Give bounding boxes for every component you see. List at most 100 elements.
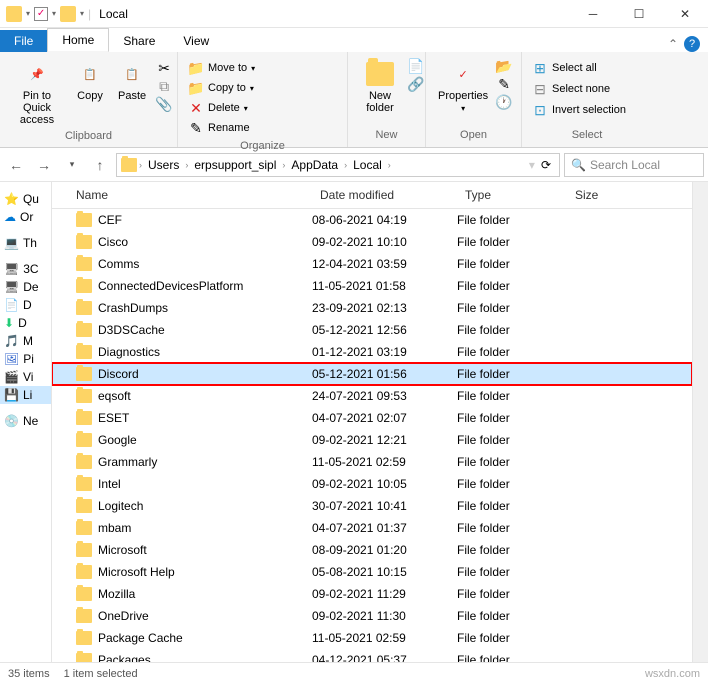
table-row[interactable]: CEF08-06-2021 04:19File folder xyxy=(52,209,692,231)
table-row[interactable]: Mozilla09-02-2021 11:29File folder xyxy=(52,583,692,605)
table-row[interactable]: Comms12-04-2021 03:59File folder xyxy=(52,253,692,275)
table-row[interactable]: Package Cache11-05-2021 02:59File folder xyxy=(52,627,692,649)
table-row[interactable]: Google09-02-2021 12:21File folder xyxy=(52,429,692,451)
file-date: 05-12-2021 01:56 xyxy=(312,367,457,381)
column-date[interactable]: Date modified xyxy=(312,182,457,208)
sidebar-label: Th xyxy=(23,236,37,250)
table-row[interactable]: Grammarly11-05-2021 02:59File folder xyxy=(52,451,692,473)
table-row[interactable]: CrashDumps23-09-2021 02:13File folder xyxy=(52,297,692,319)
breadcrumb[interactable]: Local xyxy=(349,158,386,172)
select-none-icon: ⊟ xyxy=(532,81,548,97)
column-name[interactable]: Name xyxy=(52,182,312,208)
sidebar-item[interactable]: 🎵M xyxy=(0,332,51,350)
recent-button[interactable]: ▾ xyxy=(60,153,84,177)
tab-view[interactable]: View xyxy=(169,30,223,52)
copyto-button[interactable]: 📁Copy to▾ xyxy=(184,78,258,98)
table-row[interactable]: ConnectedDevicesPlatform11-05-2021 01:58… xyxy=(52,275,692,297)
refresh-button[interactable]: ⟳ xyxy=(537,158,555,172)
sidebar-item[interactable]: ⭐Qu xyxy=(0,190,51,208)
forward-button[interactable]: → xyxy=(32,153,56,177)
chevron-icon[interactable]: › xyxy=(344,160,347,170)
rename-button[interactable]: ✎Rename xyxy=(184,118,254,138)
column-size[interactable]: Size xyxy=(567,182,647,208)
search-box[interactable]: 🔍 Search Local xyxy=(564,153,704,177)
search-icon: 🔍 xyxy=(571,158,586,172)
newfolder-button[interactable]: New folder xyxy=(354,58,406,116)
table-row[interactable]: Intel09-02-2021 10:05File folder xyxy=(52,473,692,495)
folder-icon xyxy=(76,279,92,293)
sidebar-item[interactable]: ☁Or xyxy=(0,208,51,226)
table-row[interactable]: ESET04-07-2021 02:07File folder xyxy=(52,407,692,429)
address-bar[interactable]: › Users › erpsupport_sipl › AppData › Lo… xyxy=(116,153,560,177)
up-button[interactable]: ↑ xyxy=(88,153,112,177)
cut-icon[interactable]: ✂ xyxy=(156,60,172,76)
sidebar-item[interactable]: 🖥3C xyxy=(0,260,51,278)
table-row[interactable]: Microsoft08-09-2021 01:20File folder xyxy=(52,539,692,561)
chevron-icon[interactable]: › xyxy=(139,160,142,170)
sidebar-item[interactable]: 💾Li xyxy=(0,386,51,404)
sidebar-item[interactable]: ⬇D xyxy=(0,314,51,332)
column-type[interactable]: Type xyxy=(457,182,567,208)
sidebar-item[interactable]: 🎬Vi xyxy=(0,368,51,386)
table-row[interactable]: eqsoft24-07-2021 09:53File folder xyxy=(52,385,692,407)
copy-button[interactable]: 📋 Copy xyxy=(70,58,110,104)
quick-access-check-icon[interactable]: ✓ xyxy=(34,7,48,21)
select-none-button[interactable]: ⊟Select none xyxy=(528,79,614,99)
help-icon[interactable]: ? xyxy=(684,36,700,52)
chevron-icon[interactable]: › xyxy=(185,160,188,170)
invert-selection-button[interactable]: ⊡Invert selection xyxy=(528,100,630,120)
breadcrumb[interactable]: erpsupport_sipl xyxy=(190,158,280,172)
paste-shortcut-icon[interactable]: 📎 xyxy=(156,96,172,112)
history-icon[interactable]: 🕐 xyxy=(496,94,512,110)
moveto-button[interactable]: 📁Move to▾ xyxy=(184,58,259,78)
folder-icon xyxy=(6,6,22,22)
tab-file[interactable]: File xyxy=(0,30,47,52)
sidebar-item[interactable]: 📄D xyxy=(0,296,51,314)
table-row[interactable]: Cisco09-02-2021 10:10File folder xyxy=(52,231,692,253)
close-button[interactable]: ✕ xyxy=(662,0,708,28)
properties-button[interactable]: ✓ Properties ▾ xyxy=(432,58,494,115)
table-row[interactable]: OneDrive09-02-2021 11:30File folder xyxy=(52,605,692,627)
sidebar-label: D xyxy=(18,316,27,330)
title-bar: ▾ ✓ ▾ ▾ | Local ─ ☐ ✕ xyxy=(0,0,708,28)
select-all-button[interactable]: ⊞Select all xyxy=(528,58,601,78)
edit-icon[interactable]: ✎ xyxy=(496,76,512,92)
minimize-button[interactable]: ─ xyxy=(570,0,616,28)
table-row[interactable]: Packages04-12-2021 05:37File folder xyxy=(52,649,692,662)
paste-button[interactable]: 📋 Paste xyxy=(112,58,152,104)
delete-button[interactable]: ✕Delete▾ xyxy=(184,98,252,118)
sidebar-item[interactable]: 💿Ne xyxy=(0,412,51,430)
pin-button[interactable]: 📌 Pin to Quick access xyxy=(6,58,68,128)
sidebar-icon: 🖥 xyxy=(4,262,19,276)
sidebar-label: Li xyxy=(23,388,32,402)
chevron-icon[interactable]: › xyxy=(282,160,285,170)
table-row[interactable]: Logitech30-07-2021 10:41File folder xyxy=(52,495,692,517)
new-item-icon[interactable]: 📄 xyxy=(408,58,424,74)
scrollbar[interactable] xyxy=(692,182,708,662)
ribbon-collapse-icon[interactable]: ⌃ xyxy=(668,37,678,51)
table-row[interactable]: Diagnostics01-12-2021 03:19File folder xyxy=(52,341,692,363)
breadcrumb[interactable]: AppData xyxy=(287,158,342,172)
breadcrumb[interactable]: Users xyxy=(144,158,183,172)
back-button[interactable]: ← xyxy=(4,153,28,177)
dropdown-icon[interactable]: ▾ xyxy=(26,9,30,18)
sidebar-item[interactable]: 🖼Pi xyxy=(0,350,51,368)
sidebar-item[interactable]: 🖥De xyxy=(0,278,51,296)
file-date: 08-06-2021 04:19 xyxy=(312,213,457,227)
table-row[interactable]: Discord05-12-2021 01:56File folder xyxy=(52,363,692,385)
file-name: eqsoft xyxy=(98,389,131,403)
dropdown-icon[interactable]: ▾ xyxy=(80,9,84,18)
table-row[interactable]: mbam04-07-2021 01:37File folder xyxy=(52,517,692,539)
file-date: 05-12-2021 12:56 xyxy=(312,323,457,337)
chevron-icon[interactable]: › xyxy=(388,160,391,170)
easy-access-icon[interactable]: 🔗 xyxy=(408,76,424,92)
tab-home[interactable]: Home xyxy=(47,28,109,52)
tab-share[interactable]: Share xyxy=(109,30,169,52)
open-icon[interactable]: 📂 xyxy=(496,58,512,74)
copy-path-icon[interactable]: ⧉ xyxy=(156,78,172,94)
dropdown-icon[interactable]: ▾ xyxy=(52,9,56,18)
maximize-button[interactable]: ☐ xyxy=(616,0,662,28)
sidebar-item[interactable]: 💻Th xyxy=(0,234,51,252)
table-row[interactable]: Microsoft Help05-08-2021 10:15File folde… xyxy=(52,561,692,583)
table-row[interactable]: D3DSCache05-12-2021 12:56File folder xyxy=(52,319,692,341)
